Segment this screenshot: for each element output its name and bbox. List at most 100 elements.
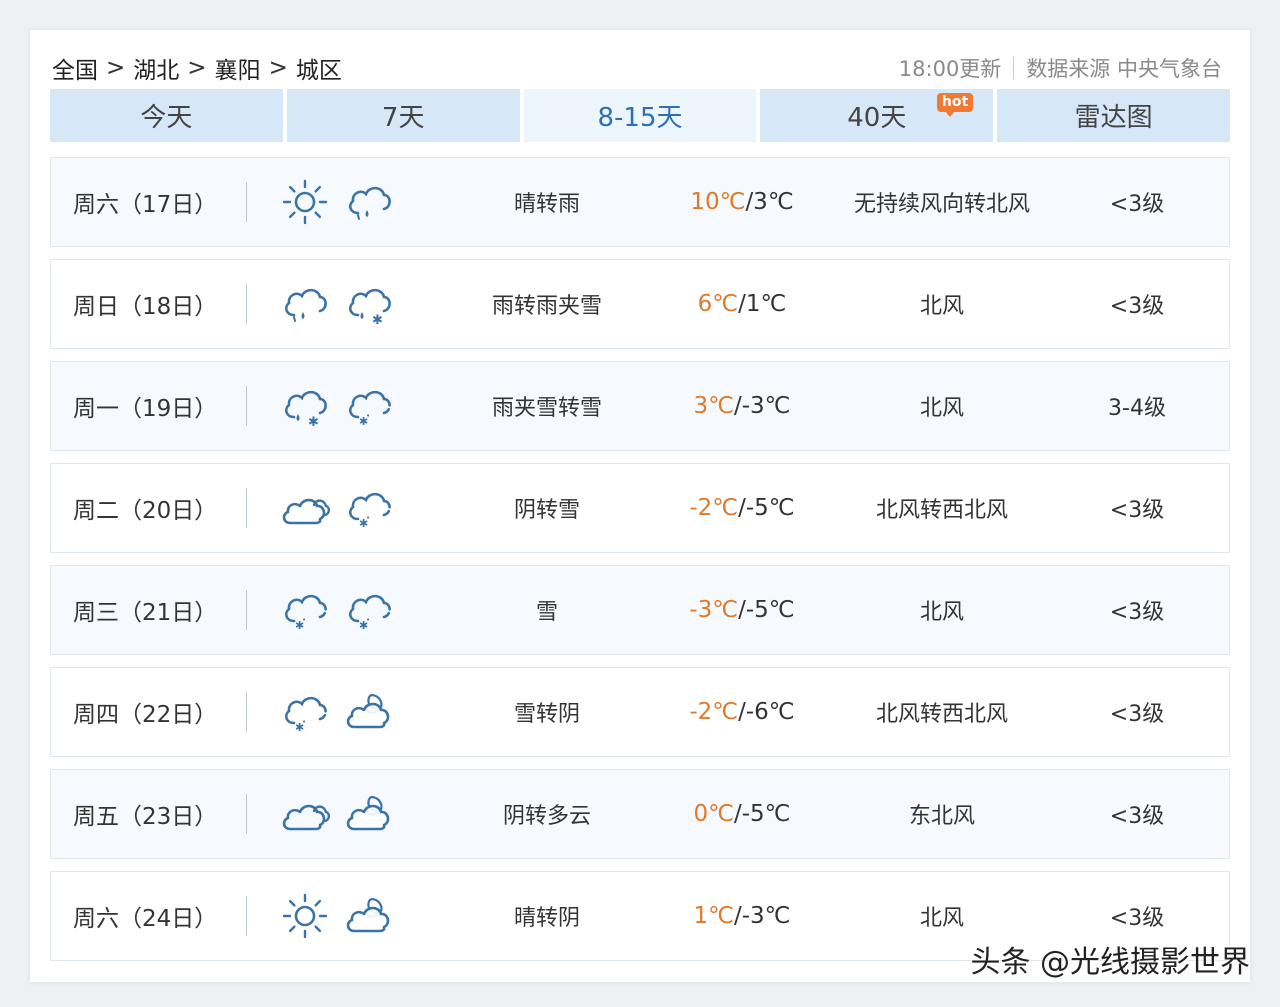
breadcrumb-hubei[interactable]: 湖北 [133,51,179,85]
temperature: 6℃/1℃ [667,291,817,317]
high-temp: 0℃ [693,801,734,827]
moon-cloud-icon [346,897,390,933]
breadcrumb-xiangyang[interactable]: 襄阳 [215,51,261,85]
forecast-row: 周四（22日） ✱ • 雪转阴 -2℃/-6℃ 北风转西北风 <3级 [50,667,1230,757]
update-time: 18:00更新 [898,57,1002,81]
high-temp: 1℃ [693,903,734,929]
high-temp: -2℃ [689,699,739,725]
day-label: 周日（18日） [73,294,218,320]
wind-direction: 北风 [919,600,964,625]
sun-icon [282,893,328,939]
day-label: 周六（17日） [73,192,218,218]
wind-level: <3级 [1109,600,1165,625]
wind-direction: 北风转西北风 [875,702,1008,727]
update-meta: 18:00更新 数据来源 中央气象台 [899,53,1222,83]
temperature: 0℃/-5℃ [667,801,817,827]
tab-label: 雷达图 [1074,103,1153,133]
temperature: -3℃/-5℃ [667,597,817,623]
high-temp: 3℃ [693,393,734,419]
day-label: 周一（19日） [73,396,218,422]
top-bar: 全国 > 湖北 > 襄阳 > 城区 18:00更新 数据来源 中央气象台 [52,50,1222,86]
overcast-cloud-icon [282,804,330,831]
forecast-tabs: 今天 7天 8-15天 40天 hot 雷达图 [50,89,1230,142]
day-label: 周五（23日） [73,804,218,830]
breadcrumb-separator: > [187,55,207,81]
day-label: 周四（22日） [73,702,218,728]
svg-text:•: • [302,616,306,624]
forecast-row: 周一（19日） ✱ ✱ • 雨夹雪转雪 3℃/-3℃ 北风 3-4级 [50,361,1230,451]
temperature: 10℃/3℃ [667,189,817,215]
tab-40-days[interactable]: 40天 hot [760,89,994,142]
snow-cloud-icon: ✱ • [348,492,391,530]
wind-direction: 北风 [919,294,964,319]
breadcrumb-national[interactable]: 全国 [52,51,98,85]
svg-text:•: • [302,718,306,726]
day-label: 周二（20日） [73,498,218,524]
temperature: -2℃/-5℃ [667,495,817,521]
wind-level: <3级 [1109,702,1165,727]
weather-description: 雨夹雪转雪 [491,396,602,421]
tab-label: 7天 [381,103,425,133]
weather-icons: ✱ [247,279,427,329]
forecast-row: 周五（23日） 阴转多云 0℃/-5℃ 东北风 <3级 [50,769,1230,859]
weather-icons: ✱ • [247,483,427,533]
watermark: 头条 @光线摄影世界 [970,945,1250,980]
weather-description: 雪转阴 [513,702,580,727]
wind-level: <3级 [1109,804,1165,829]
low-temp: /1℃ [738,291,787,317]
forecast-row: 周三（21日） ✱ • ✱ • 雪 -3℃/-5℃ 北风 <3级 [50,565,1230,655]
svg-text:•: • [366,616,370,624]
forecast-row: 周日（18日） ✱ 雨转雨夹雪 6℃/1℃ 北风 <3级 [50,259,1230,349]
low-temp: /-6℃ [738,699,795,725]
wind-level: <3级 [1109,498,1165,523]
day-label: 周三（21日） [73,600,218,626]
forecast-row: 周二（20日） ✱ • 阴转雪 -2℃/-5℃ 北风转西北风 <3级 [50,463,1230,553]
tab-label: 今天 [140,103,193,133]
tab-8-15-days[interactable]: 8-15天 [523,89,757,142]
temperature: 3℃/-3℃ [667,393,817,419]
snow-cloud-icon: ✱ • [348,594,391,632]
sun-icon [282,179,328,225]
breadcrumb-separator: > [106,55,126,81]
svg-text:✱: ✱ [308,415,319,430]
weather-description: 雨转雨夹雪 [491,294,602,319]
low-temp: /-5℃ [738,597,795,623]
wind-level: 3-4级 [1108,396,1166,421]
tab-today[interactable]: 今天 [50,89,283,142]
breadcrumb-district: 城区 [295,58,342,84]
high-temp: 10℃ [690,189,746,215]
forecast-row: 周六（17日） 晴转雨 10℃/3℃ 无持续风向转北风 <3级 [50,157,1230,247]
tab-radar[interactable]: 雷达图 [997,89,1230,142]
tab-label: 40天 [847,103,907,133]
hot-badge: hot [936,93,974,117]
wind-direction: 北风 [919,396,964,421]
low-temp: /-5℃ [738,495,795,521]
tab-7-days[interactable]: 7天 [286,89,520,142]
wind-level: <3级 [1109,906,1165,931]
wind-direction: 无持续风向转北风 [853,192,1030,217]
weather-description: 晴转阴 [513,906,580,931]
high-temp: -3℃ [689,597,739,623]
forecast-list: 周六（17日） 晴转雨 10℃/3℃ 无持续风向转北风 <3级 周日（18日） … [50,157,1230,973]
breadcrumb-separator: > [268,55,288,81]
low-temp: /-5℃ [733,801,791,827]
high-temp: 6℃ [697,291,739,317]
weather-icons [247,789,427,839]
svg-text:•: • [366,514,370,522]
data-source: 数据来源 中央气象台 [1026,57,1222,81]
sleet-cloud-icon: ✱ [284,390,327,430]
wind-direction: 东北风 [908,804,975,829]
temperature: -2℃/-6℃ [667,699,817,725]
weather-description: 晴转雨 [513,192,580,217]
rain-cloud-icon [348,186,391,220]
snow-cloud-icon: ✱ • [348,390,391,428]
moon-cloud-icon [346,795,390,831]
low-temp: /3℃ [745,189,794,215]
moon-cloud-icon [346,693,390,729]
sleet-cloud-icon: ✱ [348,288,391,328]
weather-description: 阴转雪 [513,498,580,523]
wind-direction: 北风转西北风 [875,498,1008,523]
wind-direction: 北风 [919,906,964,931]
meta-divider [1013,57,1015,79]
wind-level: <3级 [1109,192,1165,217]
